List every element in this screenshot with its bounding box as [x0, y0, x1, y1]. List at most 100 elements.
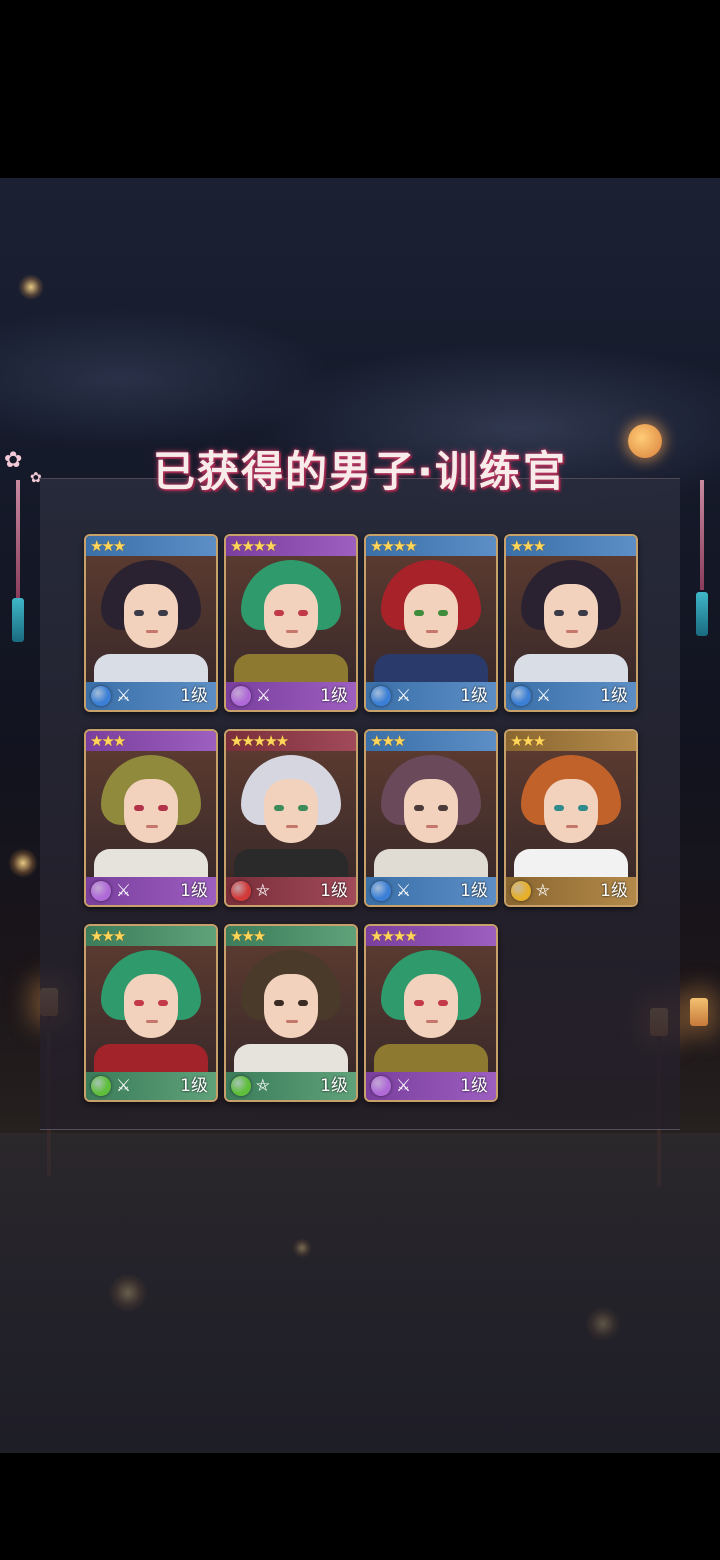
card-footer: ⚔ 1级 — [366, 877, 496, 905]
card-footer: ⚔ 1级 — [366, 682, 496, 710]
character-portrait — [506, 751, 636, 877]
character-card[interactable]: ★★★★ ⚔ 1级 — [364, 924, 498, 1102]
rarity-stars-icon: ★★★★★ — [230, 732, 289, 750]
card-footer: ⚔ 1级 — [506, 682, 636, 710]
eye — [578, 805, 588, 811]
eye — [414, 610, 424, 616]
face — [544, 584, 598, 648]
mouth — [146, 1020, 158, 1023]
face — [124, 974, 178, 1038]
character-portrait — [226, 946, 356, 1072]
tassel-icon — [696, 592, 708, 636]
character-card[interactable]: ★★★ ⛤ 1级 — [504, 729, 638, 907]
card-header: ★★★ — [86, 926, 216, 946]
character-card[interactable]: ★★★★★ ⛤ 1级 — [224, 729, 358, 907]
outfit — [234, 654, 348, 682]
firefly-glow — [18, 274, 44, 300]
card-footer: ⚔ 1级 — [366, 1072, 496, 1100]
eye — [438, 805, 448, 811]
eye — [274, 1000, 284, 1006]
outfit — [94, 1044, 208, 1072]
outfit — [514, 849, 628, 877]
rarity-stars-icon: ★★★ — [510, 732, 546, 750]
face — [124, 779, 178, 843]
character-portrait — [506, 556, 636, 682]
outfit — [514, 654, 628, 682]
wind-attribute-icon — [371, 1076, 391, 1096]
rarity-stars-icon: ★★★ — [90, 537, 126, 555]
mouth — [286, 630, 298, 633]
character-portrait — [366, 946, 496, 1072]
eye — [554, 610, 564, 616]
mouth — [286, 1020, 298, 1023]
level-label: 1级 — [180, 686, 208, 706]
rarity-stars-icon: ★★★★ — [370, 537, 418, 555]
level-label: 1级 — [320, 1076, 348, 1096]
face — [264, 974, 318, 1038]
mouth — [566, 630, 578, 633]
swords-icon: ⚔ — [396, 686, 412, 706]
character-card[interactable]: ★★★ ⚔ 1级 — [84, 924, 218, 1102]
character-card[interactable]: ★★★★ ⚔ 1级 — [364, 534, 498, 712]
character-card[interactable]: ★★★ ⚔ 1级 — [84, 729, 218, 907]
rarity-stars-icon: ★★★★ — [230, 537, 278, 555]
mouth — [426, 630, 438, 633]
outfit — [234, 1044, 348, 1072]
face — [404, 974, 458, 1038]
mouth — [286, 825, 298, 828]
wind-attribute-icon — [91, 881, 111, 901]
outfit — [374, 849, 488, 877]
card-footer: ⚔ 1级 — [86, 1072, 216, 1100]
outfit — [374, 1044, 488, 1072]
eye — [438, 1000, 448, 1006]
eye — [134, 610, 144, 616]
eye — [134, 805, 144, 811]
character-card[interactable]: ★★★ ⚔ 1级 — [504, 534, 638, 712]
earth-attribute-icon — [511, 881, 531, 901]
card-header: ★★★★ — [226, 536, 356, 556]
swords-icon: ⚔ — [396, 881, 412, 901]
card-header: ★★★★ — [366, 536, 496, 556]
water-attribute-icon — [371, 881, 391, 901]
character-card[interactable]: ★★★ ⚔ 1级 — [84, 534, 218, 712]
eye — [438, 610, 448, 616]
swords-icon: ⚔ — [116, 686, 132, 706]
card-footer: ⛤ 1级 — [506, 877, 636, 905]
water-attribute-icon — [371, 686, 391, 706]
mouth — [426, 825, 438, 828]
fire-attribute-icon — [231, 881, 251, 901]
face — [124, 584, 178, 648]
card-footer: ⚔ 1级 — [226, 682, 356, 710]
card-footer: ⚔ 1级 — [86, 682, 216, 710]
card-header: ★★★ — [226, 926, 356, 946]
pentagram-icon: ⛤ — [256, 1076, 270, 1096]
card-footer: ⛤ 1级 — [226, 1072, 356, 1100]
leaf-attribute-icon — [91, 1076, 111, 1096]
face — [264, 779, 318, 843]
wind-attribute-icon — [231, 686, 251, 706]
character-portrait — [366, 751, 496, 877]
rarity-stars-icon: ★★★ — [510, 537, 546, 555]
character-card[interactable]: ★★★ ⛤ 1级 — [224, 924, 358, 1102]
outfit — [94, 849, 208, 877]
mouth — [426, 1020, 438, 1023]
character-portrait — [226, 556, 356, 682]
card-footer: ⛤ 1级 — [226, 877, 356, 905]
character-portrait — [366, 556, 496, 682]
character-portrait — [86, 946, 216, 1072]
face — [404, 779, 458, 843]
swords-icon: ⚔ — [116, 881, 132, 901]
lantern-icon — [690, 998, 708, 1026]
game-screen: ✿ ✿ 已获得的男子·训练官 ★★★ ⚔ 1级 ★★★★ ⚔ 1级 ★★★★ ⚔… — [0, 0, 720, 1560]
card-header: ★★★ — [366, 731, 496, 751]
mouth — [146, 630, 158, 633]
face — [404, 584, 458, 648]
card-header: ★★★★★ — [226, 731, 356, 751]
character-card[interactable]: ★★★ ⚔ 1级 — [364, 729, 498, 907]
level-label: 1级 — [460, 686, 488, 706]
character-card[interactable]: ★★★★ ⚔ 1级 — [224, 534, 358, 712]
card-header: ★★★★ — [366, 926, 496, 946]
eye — [414, 1000, 424, 1006]
swords-icon: ⚔ — [536, 686, 552, 706]
eye — [134, 1000, 144, 1006]
